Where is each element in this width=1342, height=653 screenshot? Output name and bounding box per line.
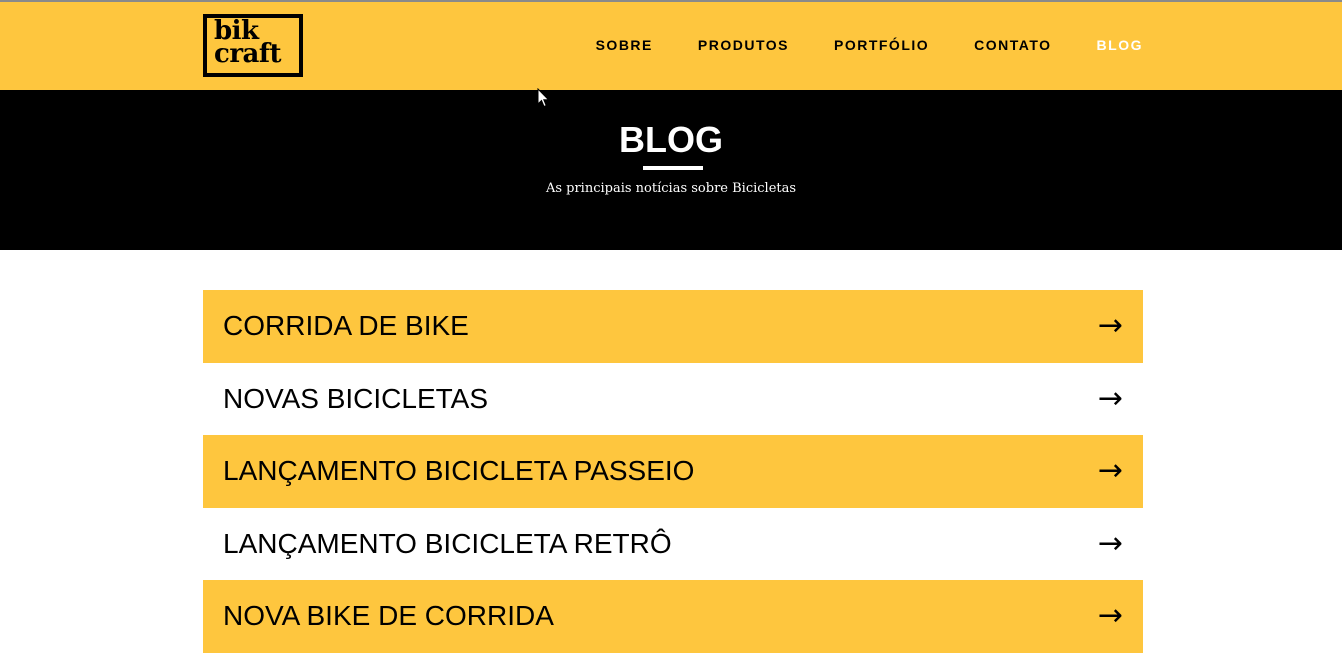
arrow-right-icon: → bbox=[1097, 308, 1123, 344]
blog-post-title: NOVA BIKE DE CORRIDA bbox=[223, 600, 554, 632]
list-item: NOVA BIKE DE CORRIDA → bbox=[203, 580, 1143, 653]
nav-link-contato[interactable]: CONTATO bbox=[974, 37, 1051, 53]
logo-text-line2: craft bbox=[214, 39, 282, 69]
nav-item-sobre: SOBRE bbox=[596, 37, 653, 55]
nav-link-sobre[interactable]: SOBRE bbox=[596, 37, 653, 53]
blog-post-list: CORRIDA DE BIKE → NOVAS BICICLETAS → LAN… bbox=[203, 290, 1143, 653]
arrow-right-icon: → bbox=[1097, 598, 1123, 634]
main-nav: SOBRE PRODUTOS PORTFÓLIO CONTATO BLOG bbox=[596, 2, 1143, 90]
blog-post-title: LANÇAMENTO BICICLETA PASSEIO bbox=[223, 455, 695, 487]
page-title: BLOG bbox=[619, 119, 723, 160]
list-item: NOVAS BICICLETAS → bbox=[203, 362, 1143, 435]
cursor-icon bbox=[537, 87, 550, 113]
nav-item-contato: CONTATO bbox=[974, 37, 1051, 55]
list-item: LANÇAMENTO BICICLETA PASSEIO → bbox=[203, 435, 1143, 508]
bikcraft-logo[interactable]: bik craft bbox=[203, 14, 303, 77]
title-underline bbox=[643, 166, 703, 170]
page-subtitle: As principais notícias sobre Bicicletas bbox=[545, 181, 797, 196]
nav-item-produtos: PRODUTOS bbox=[698, 37, 789, 55]
blog-post-title: CORRIDA DE BIKE bbox=[223, 310, 469, 342]
nav-link-blog[interactable]: BLOG bbox=[1097, 37, 1143, 53]
arrow-right-icon: → bbox=[1097, 525, 1123, 561]
list-item: LANÇAMENTO BICICLETA RETRÔ → bbox=[203, 507, 1143, 580]
arrow-right-icon: → bbox=[1097, 453, 1123, 489]
blog-post-link[interactable]: NOVAS BICICLETAS → bbox=[203, 362, 1143, 435]
nav-item-blog: BLOG bbox=[1097, 37, 1143, 55]
blog-post-link[interactable]: NOVA BIKE DE CORRIDA → bbox=[203, 580, 1143, 653]
blog-post-title: LANÇAMENTO BICICLETA RETRÔ bbox=[223, 527, 672, 559]
blog-post-link[interactable]: LANÇAMENTO BICICLETA PASSEIO → bbox=[203, 435, 1143, 508]
blog-post-link[interactable]: CORRIDA DE BIKE → bbox=[203, 290, 1143, 363]
site-header: bik craft SOBRE PRODUTOS PORTFÓLIO CONTA… bbox=[0, 0, 1342, 90]
nav-link-produtos[interactable]: PRODUTOS bbox=[698, 37, 789, 53]
list-item: CORRIDA DE BIKE → bbox=[203, 290, 1143, 363]
nav-item-portfolio: PORTFÓLIO bbox=[834, 37, 929, 55]
page-hero: BLOG As principais notícias sobre Bicicl… bbox=[0, 90, 1342, 250]
nav-link-portfolio[interactable]: PORTFÓLIO bbox=[834, 37, 929, 53]
blog-post-title: NOVAS BICICLETAS bbox=[223, 382, 489, 414]
blog-post-link[interactable]: LANÇAMENTO BICICLETA RETRÔ → bbox=[203, 507, 1143, 580]
arrow-right-icon: → bbox=[1097, 380, 1123, 416]
